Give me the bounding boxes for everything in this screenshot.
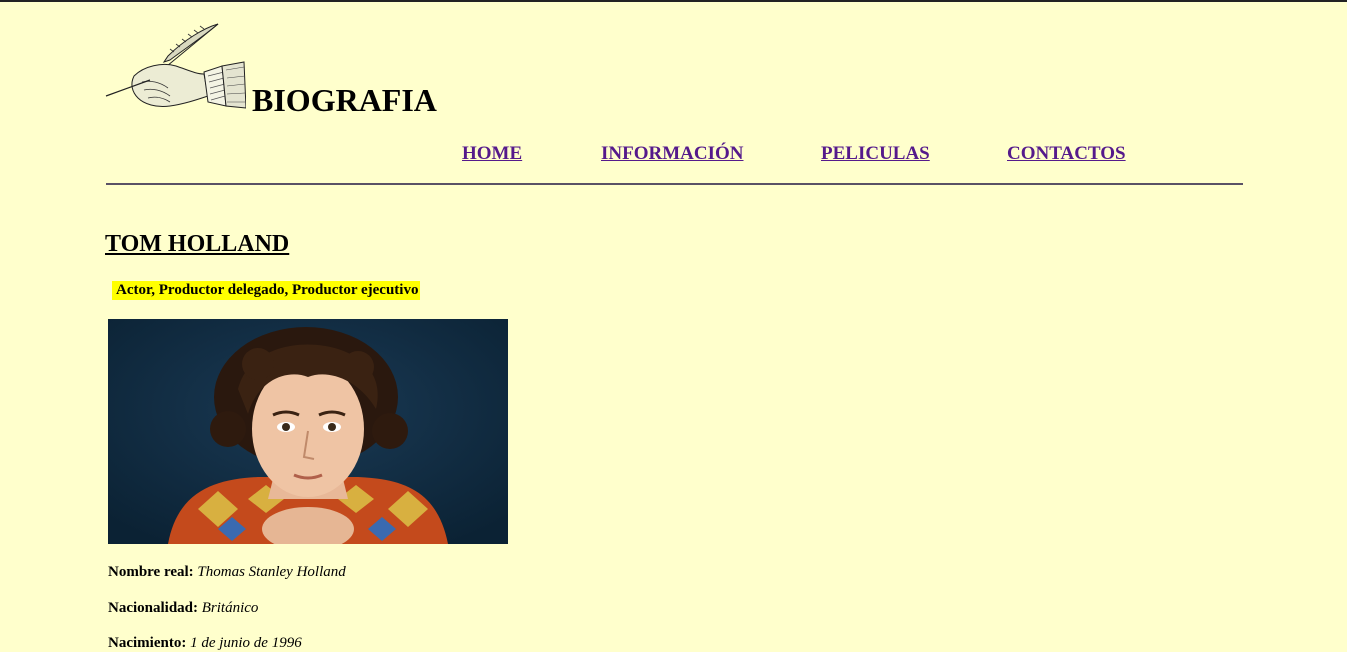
detail-label: Nacimiento: [108, 635, 187, 651]
quill-hand-icon [105, 23, 246, 109]
detail-label: Nombre real: [108, 564, 194, 580]
portrait-photo [108, 319, 508, 544]
detail-nacimiento: Nacimiento: 1 de junio de 1996 [108, 635, 302, 652]
detail-value: Thomas Stanley Holland [197, 564, 346, 580]
nav-link-informacion[interactable]: INFORMACIÓN [601, 143, 744, 165]
site-title: BIOGRAFIA [252, 82, 437, 118]
header-divider [106, 183, 1243, 185]
detail-nacionalidad: Nacionalidad: Británico [108, 600, 258, 617]
nav-link-contactos[interactable]: CONTACTOS [1007, 143, 1126, 165]
nav-link-peliculas[interactable]: PELICULAS [821, 143, 930, 165]
detail-value: 1 de junio de 1996 [190, 635, 302, 651]
detail-label: Nacionalidad: [108, 600, 199, 616]
person-name: TOM HOLLAND [105, 231, 290, 257]
roles-highlight: Actor, Productor delegado, Productor eje… [112, 281, 421, 300]
site-header: BIOGRAFIA [104, 22, 464, 122]
detail-value: Británico [201, 600, 259, 616]
detail-nombre-real: Nombre real: Thomas Stanley Holland [108, 564, 346, 581]
top-border [0, 0, 1347, 2]
nav-link-home[interactable]: HOME [462, 143, 522, 165]
